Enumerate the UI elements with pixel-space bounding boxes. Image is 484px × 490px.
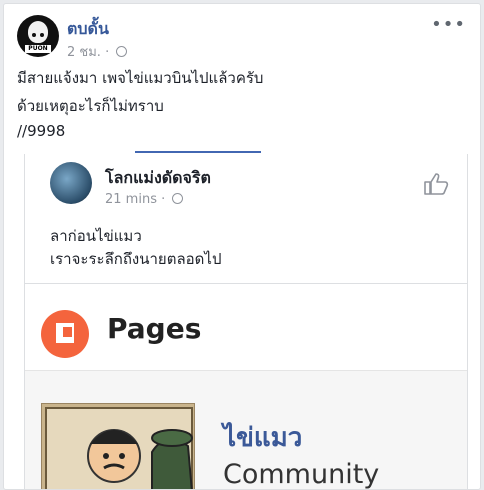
author-name[interactable]: ตบดั้น: [67, 17, 109, 42]
pages-flag-icon: [41, 310, 89, 358]
shared-post-time[interactable]: 21 mins: [105, 192, 157, 207]
shared-post: โลกแม่งดัดจริต 21 mins · ลาก่อนไข่แมว เร…: [24, 154, 468, 284]
avatar-face: [28, 21, 48, 43]
shared-post-meta: 21 mins ·: [105, 192, 184, 207]
like-icon[interactable]: [423, 172, 449, 196]
globe-icon: [116, 46, 128, 57]
post-text-line: มีสายแจ้งมา เพจไข่แมวบินไปแล้วครับ: [17, 69, 264, 87]
author-avatar[interactable]: PUON: [17, 15, 59, 57]
page-category: Community: [223, 459, 380, 490]
meta-separator: ·: [105, 45, 110, 60]
shared-text-line: ลาก่อนไข่แมว: [50, 227, 142, 245]
post-text-line: ด้วยเหตุอะไรก็ไม่ทราบ: [17, 97, 164, 115]
avatar-badge: PUON: [25, 45, 51, 53]
shared-text-line: เราจะระลึกถึงนายตลอดไป: [50, 250, 222, 268]
pages-title: Pages: [107, 312, 202, 345]
tab-indicator: [135, 151, 261, 153]
shared-author-avatar[interactable]: [50, 162, 92, 204]
pages-card: Pages ไข่แมว Community: [24, 284, 468, 490]
shared-author-name[interactable]: โลกแม่งดัดจริต: [105, 166, 211, 191]
pages-header: Pages: [25, 284, 467, 371]
more-icon[interactable]: •••: [431, 14, 466, 35]
post-meta: 2 ชม. ·: [67, 41, 128, 62]
page-thumbnail[interactable]: [41, 403, 195, 489]
page-name-link[interactable]: ไข่แมว: [223, 417, 302, 458]
post-text-line: //9998: [17, 122, 66, 140]
globe-icon: [172, 193, 184, 204]
post-time[interactable]: 2 ชม.: [67, 45, 101, 60]
meta-separator: ·: [161, 192, 166, 207]
post-card: PUON ตบดั้น 2 ชม. · ••• มีสายแจ้งมา เพจไ…: [3, 3, 481, 490]
